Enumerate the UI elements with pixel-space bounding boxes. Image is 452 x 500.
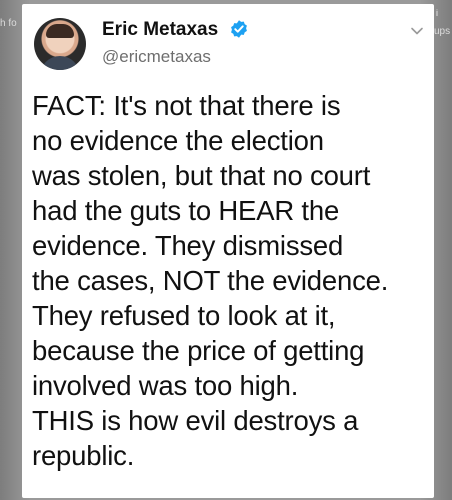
verified-badge-icon [231, 20, 247, 38]
screenshot-background: h fo i ups Eric Metaxas @ericmetaxas FAC… [0, 0, 452, 500]
avatar-shirt [40, 56, 80, 70]
author-name[interactable]: Eric Metaxas [102, 19, 218, 41]
chevron-down-icon[interactable] [410, 26, 424, 36]
background-icon-right: i [436, 8, 438, 18]
tweet-card[interactable]: Eric Metaxas @ericmetaxas FACT: It's not… [22, 4, 434, 498]
avatar-hair [46, 24, 74, 38]
tweet-text: FACT: It's not that there is no evidence… [32, 90, 389, 471]
author-handle[interactable]: @ericmetaxas [102, 47, 211, 67]
background-text-left: h fo [0, 18, 17, 29]
avatar[interactable] [34, 18, 86, 70]
background-text-right: ups [434, 26, 451, 37]
